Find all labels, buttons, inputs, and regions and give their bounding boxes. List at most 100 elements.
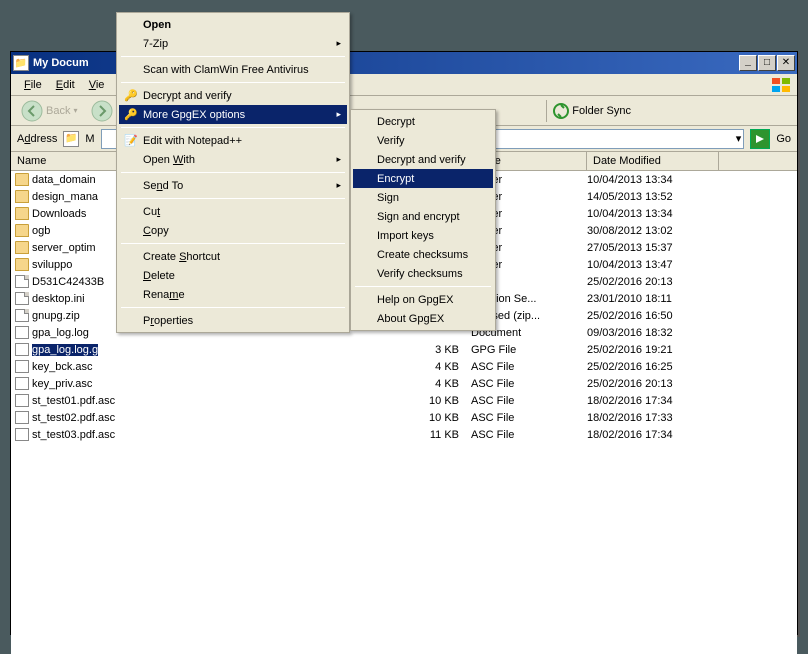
- ctx-clamwin[interactable]: Scan with ClamWin Free Antivirus: [119, 60, 347, 79]
- ctx-more-gpgex[interactable]: 🔑More GpgEX options▸: [119, 105, 347, 124]
- sub-encrypt[interactable]: Encrypt: [353, 169, 493, 188]
- gpg-icon: 🔑: [123, 107, 139, 123]
- ctx-7zip[interactable]: 7-Zip▸: [119, 34, 347, 53]
- file-size: 10 KB: [141, 412, 471, 424]
- notepad-icon: 📝: [123, 133, 139, 149]
- file-date: 18/02/2016 17:34: [587, 429, 719, 441]
- folder-sync-label[interactable]: Folder Sync: [572, 105, 631, 117]
- file-row[interactable]: key_priv.asc4 KBASC File25/02/2016 20:13: [11, 375, 797, 392]
- ctx-send-to[interactable]: Send To▸: [119, 176, 347, 195]
- ctx-notepad[interactable]: 📝Edit with Notepad++: [119, 131, 347, 150]
- sub-import-keys[interactable]: Import keys: [353, 226, 493, 245]
- file-name: Downloads: [32, 208, 86, 220]
- back-button[interactable]: Back ▾: [15, 98, 83, 124]
- ctx-open-with[interactable]: Open With▸: [119, 150, 347, 169]
- folder-icon: [15, 258, 29, 271]
- sub-verify[interactable]: Verify: [353, 131, 493, 150]
- file-name: gpa_log.log.g: [32, 344, 98, 356]
- sub-decrypt-verify[interactable]: Decrypt and verify: [353, 150, 493, 169]
- sync-icon: [552, 102, 570, 120]
- file-name: st_test01.pdf.asc: [32, 395, 115, 407]
- ctx-cut[interactable]: Cut: [119, 202, 347, 221]
- ctx-shortcut[interactable]: Create Shortcut: [119, 247, 347, 266]
- file-date: 18/02/2016 17:34: [587, 395, 719, 407]
- gpg-icon: [15, 377, 29, 390]
- file-date: 10/04/2013 13:34: [587, 208, 719, 220]
- gpgex-submenu: Decrypt Verify Decrypt and verify Encryp…: [350, 109, 496, 331]
- ctx-rename[interactable]: Rename: [119, 285, 347, 304]
- gpg-icon: [15, 360, 29, 373]
- file-date: 30/08/2012 13:02: [587, 225, 719, 237]
- address-prefix: M: [85, 133, 94, 145]
- sub-decrypt[interactable]: Decrypt: [353, 112, 493, 131]
- file-date: 10/04/2013 13:34: [587, 174, 719, 186]
- folder-icon: [15, 207, 29, 220]
- menu-view[interactable]: Vie: [82, 77, 112, 93]
- file-size: 4 KB: [141, 378, 471, 390]
- file-type: ASC File: [471, 361, 587, 373]
- folder-icon: [15, 190, 29, 203]
- sub-about[interactable]: About GpgEX: [353, 309, 493, 328]
- go-button[interactable]: [750, 129, 770, 149]
- gpg-icon: [15, 411, 29, 424]
- file-name: key_bck.asc: [32, 361, 93, 373]
- ctx-copy[interactable]: Copy: [119, 221, 347, 240]
- address-icon: 📁: [63, 131, 79, 147]
- file-type: GPG File: [471, 344, 587, 356]
- context-menu: Open 7-Zip▸ Scan with ClamWin Free Antiv…: [116, 12, 350, 333]
- file-name: design_mana: [32, 191, 98, 203]
- file-row[interactable]: st_test02.pdf.asc10 KBASC File18/02/2016…: [11, 409, 797, 426]
- file-name: desktop.ini: [32, 293, 85, 305]
- file-date: 25/02/2016 16:25: [587, 361, 719, 373]
- folder-icon: [15, 173, 29, 186]
- ctx-delete[interactable]: Delete: [119, 266, 347, 285]
- submenu-arrow-icon: ▸: [336, 154, 341, 165]
- file-name: st_test02.pdf.asc: [32, 412, 115, 424]
- window-icon: 📁: [13, 55, 29, 71]
- file-date: 25/02/2016 20:13: [587, 276, 719, 288]
- forward-icon: [91, 100, 113, 122]
- ctx-open[interactable]: Open: [119, 15, 347, 34]
- minimize-button[interactable]: _: [739, 55, 757, 71]
- maximize-button[interactable]: □: [758, 55, 776, 71]
- go-label: Go: [776, 133, 791, 145]
- file-name: server_optim: [32, 242, 96, 254]
- file-date: 10/04/2013 13:47: [587, 259, 719, 271]
- sub-verify-checksums[interactable]: Verify checksums: [353, 264, 493, 283]
- close-button[interactable]: ✕: [777, 55, 795, 71]
- sub-create-checksums[interactable]: Create checksums: [353, 245, 493, 264]
- file-icon: [15, 292, 29, 305]
- file-date: 25/02/2016 19:21: [587, 344, 719, 356]
- file-icon: [15, 309, 29, 322]
- folder-icon: [15, 224, 29, 237]
- file-date: 14/05/2013 13:52: [587, 191, 719, 203]
- file-date: 23/01/2010 18:11: [587, 293, 719, 305]
- file-type: ASC File: [471, 378, 587, 390]
- file-row[interactable]: st_test03.pdf.asc 11 KBASC File18/02/2016…: [11, 426, 797, 443]
- sub-sign-encrypt[interactable]: Sign and encrypt: [353, 207, 493, 226]
- gpg-icon: 🔑: [123, 88, 139, 104]
- file-row[interactable]: key_bck.asc4 KBASC File25/02/2016 16:25: [11, 358, 797, 375]
- file-name: gnupg.zip: [32, 310, 80, 322]
- address-label: Address: [17, 133, 57, 145]
- file-row[interactable]: st_test01.pdf.asc10 KBASC File18/02/2016…: [11, 392, 797, 409]
- file-type: ASC File: [471, 429, 587, 441]
- file-name: st_test03.pdf.asc: [32, 429, 115, 441]
- sub-sign[interactable]: Sign: [353, 188, 493, 207]
- file-name: D531C42433B: [32, 276, 104, 288]
- ctx-properties[interactable]: Properties: [119, 311, 347, 330]
- gpg-icon: [15, 428, 29, 441]
- gpg-icon: [15, 343, 29, 356]
- menu-edit[interactable]: Edit: [49, 77, 82, 93]
- file-date: 25/02/2016 16:50: [587, 310, 719, 322]
- address-dropdown-icon[interactable]: ▾: [736, 132, 742, 145]
- file-name: gpa_log.log: [32, 327, 89, 339]
- sub-help[interactable]: Help on GpgEX: [353, 290, 493, 309]
- file-icon: [15, 275, 29, 288]
- file-row[interactable]: gpa_log.log.g3 KBGPG File25/02/2016 19:2…: [11, 341, 797, 358]
- ctx-decrypt-verify[interactable]: 🔑Decrypt and verify: [119, 86, 347, 105]
- file-name: key_priv.asc: [32, 378, 92, 390]
- col-date[interactable]: Date Modified: [587, 152, 719, 170]
- menu-file[interactable]: File: [17, 77, 49, 93]
- file-size: 11 KB: [141, 429, 471, 441]
